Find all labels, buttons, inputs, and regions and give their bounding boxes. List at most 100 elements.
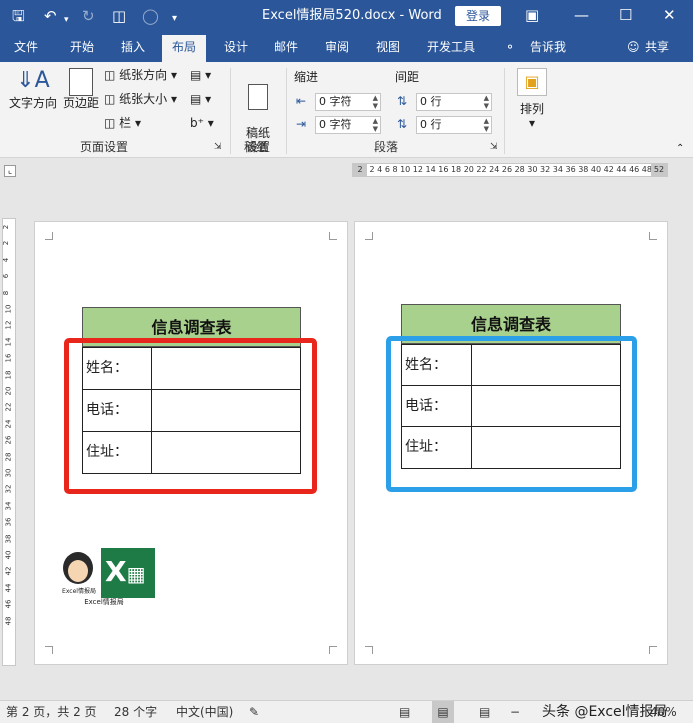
customize-toolbar-icon[interactable]: ▾ (172, 10, 177, 28)
size-button[interactable]: ◫ 纸张大小 ▾ (104, 92, 177, 106)
page-indicator[interactable]: 第 2 页，共 2 页 (6, 701, 97, 723)
arrange-button[interactable]: ▣ 排列 ▾ (514, 68, 550, 130)
indent-left-icon: ⇤ (296, 94, 307, 108)
tab-mailings[interactable]: 邮件 (274, 39, 298, 55)
page-2: 信息调查表 姓名： 电话： 住址： (354, 221, 668, 665)
zoom-out-icon[interactable]: − (510, 701, 520, 723)
logo-caption-2: Excel情报局 (84, 598, 124, 606)
user-icon: ☺ (627, 40, 640, 54)
vertical-ruler-tick: 32 (4, 484, 13, 494)
ribbon-display-icon[interactable]: ▣ (525, 6, 539, 24)
undo-icon[interactable]: ↶ (44, 7, 57, 25)
undo-dropdown-icon[interactable]: ▾ (64, 11, 69, 29)
vertical-ruler-tick: 4 (2, 257, 11, 263)
indent-right-value: 0 字符 (319, 118, 352, 131)
vertical-ruler-tick: 34 (4, 501, 13, 511)
word-count[interactable]: 28 个字 (114, 701, 157, 723)
proofing-icon[interactable]: ✎ (249, 701, 259, 723)
vertical-ruler[interactable]: 2 2 4 6 8 10 12 14 16 18 20 22 24 26 28 30 32 34 36 38 40 42 4… (2, 218, 16, 666)
spacing-after-field[interactable]: 0 行 ▲ ▼ (416, 116, 492, 134)
spacing-before-value: 0 行 (420, 95, 442, 108)
tab-insert[interactable]: 插入 (121, 39, 145, 55)
vertical-ruler-tick: 36 (4, 517, 13, 527)
read-mode-icon[interactable]: ▤ (399, 701, 410, 723)
vertical-ruler-tick: 40 (4, 550, 13, 560)
spacing-after-value: 0 行 (420, 118, 442, 131)
text-direction-button[interactable]: ⇓A 文字方向 (8, 66, 58, 110)
collapse-ribbon-icon[interactable]: ⌃ (676, 142, 684, 156)
indent-right-field[interactable]: 0 字符 ▲ ▼ (315, 116, 381, 134)
margins-button[interactable]: 页边距 (62, 66, 100, 110)
tab-selector-icon[interactable]: ⌞ (4, 165, 16, 177)
orientation-button[interactable]: ◫ 纸张方向 ▾ (104, 68, 177, 82)
vertical-ruler-tick: 6 (2, 273, 11, 279)
vertical-ruler-tick: 2 (2, 224, 11, 230)
spinner-arrows-icon[interactable]: ▲ ▼ (373, 94, 378, 110)
line-numbers-icon[interactable]: ▤ ▾ (190, 92, 211, 106)
horizontal-ruler[interactable]: 2 2 4 6 8 10 12 14 16 18 20 22 24 26 28 … (352, 163, 668, 177)
tab-view[interactable]: 视图 (376, 39, 400, 55)
tab-layout[interactable]: 布局 (162, 35, 207, 62)
columns-button[interactable]: ◫ 栏 ▾ (104, 116, 141, 130)
orientation-icon: ◫ (104, 68, 116, 82)
spinner-arrows-icon[interactable]: ▲ ▼ (484, 94, 489, 110)
vertical-ruler-tick: 16 (4, 353, 13, 363)
tell-me-button[interactable]: 告诉我 (530, 39, 566, 55)
print-layout-icon[interactable]: ▤ (432, 701, 454, 723)
vertical-ruler-tick: 46 (4, 599, 13, 609)
tab-file[interactable]: 文件 (14, 39, 38, 55)
text-direction-icon: ⇓A (16, 68, 50, 93)
indent-left-value: 0 字符 (319, 95, 352, 108)
page-setup-launcher-icon[interactable]: ⇲ (214, 140, 222, 154)
status-bar: 第 2 页，共 2 页 28 个字 中文(中国) ✎ ▤ ▤ ▤ − 头条 @E… (0, 700, 693, 723)
excel-logo-icon: X▦ (101, 548, 155, 598)
zoom-level[interactable]: 40% (650, 701, 677, 723)
tab-home[interactable]: 开始 (70, 39, 94, 55)
maximize-icon[interactable]: ☐ (619, 6, 632, 24)
minimize-icon[interactable]: — (574, 6, 589, 24)
spacing-before-field[interactable]: 0 行 ▲ ▼ (416, 93, 492, 111)
hyphenation-icon[interactable]: b⁺ ▾ (190, 116, 214, 130)
vertical-ruler-tick: 2 (2, 241, 11, 246)
draft-paper-icon (248, 84, 268, 110)
margins-label: 页边距 (62, 96, 99, 110)
print-preview-icon[interactable]: ◫ (112, 7, 126, 25)
vertical-ruler-tick: 12 (4, 320, 13, 330)
title-bar: 🖫 ↶ ▾ ↻ ◫ ◯ ▾ Excel情报局520.docx - Word 登录… (0, 0, 693, 32)
spinner-arrows-icon[interactable]: ▲ ▼ (373, 117, 378, 133)
orientation-label: 纸张方向 (119, 68, 168, 82)
crop-mark (365, 232, 373, 240)
save-icon[interactable]: 🖫 (12, 7, 25, 25)
spinner-arrows-icon[interactable]: ▲ ▼ (484, 117, 489, 133)
vertical-ruler-tick: 8 (2, 290, 11, 295)
crop-mark (45, 646, 53, 654)
ribbon: ⇓A 文字方向 页边距 ◫ 纸张方向 ▾ ◫ 纸张大小 ▾ ◫ 栏 ▾ ▤ ▾ … (0, 62, 693, 158)
crop-mark (649, 232, 657, 240)
web-layout-icon[interactable]: ▤ (479, 701, 490, 723)
vertical-ruler-tick: 26 (4, 435, 13, 445)
logo-avatar: Excel情报局 (53, 550, 105, 602)
share-button[interactable]: 共享 (645, 39, 669, 55)
circle-icon[interactable]: ◯ (142, 7, 159, 25)
paragraph-launcher-icon[interactable]: ⇲ (490, 140, 498, 154)
indent-left-field[interactable]: 0 字符 ▲ ▼ (315, 93, 381, 111)
vertical-ruler-tick: 14 (4, 337, 13, 347)
avatar-face-icon (68, 560, 88, 582)
tab-design[interactable]: 设计 (224, 39, 248, 55)
tab-review[interactable]: 审阅 (325, 39, 349, 55)
arrange-icon: ▣ (517, 68, 547, 96)
columns-icon: ◫ (104, 116, 116, 130)
margins-icon (69, 68, 93, 96)
tab-developer[interactable]: 开发工具 (427, 39, 475, 55)
size-icon: ◫ (104, 92, 116, 106)
language-indicator[interactable]: 中文(中国) (176, 701, 233, 723)
size-label: 纸张大小 (119, 92, 168, 106)
ruler-ticks: 2 4 6 8 10 12 14 16 18 20 22 24 26 28 30… (369, 165, 652, 174)
separator (286, 68, 287, 154)
login-button[interactable]: 登录 (455, 6, 501, 26)
page-setup-group-label: 页面设置 (80, 140, 129, 154)
vertical-ruler-tick: 42 (4, 566, 13, 576)
close-icon[interactable]: ✕ (663, 6, 676, 24)
redo-icon[interactable]: ↻ (82, 7, 95, 25)
breaks-icon[interactable]: ▤ ▾ (190, 68, 211, 82)
